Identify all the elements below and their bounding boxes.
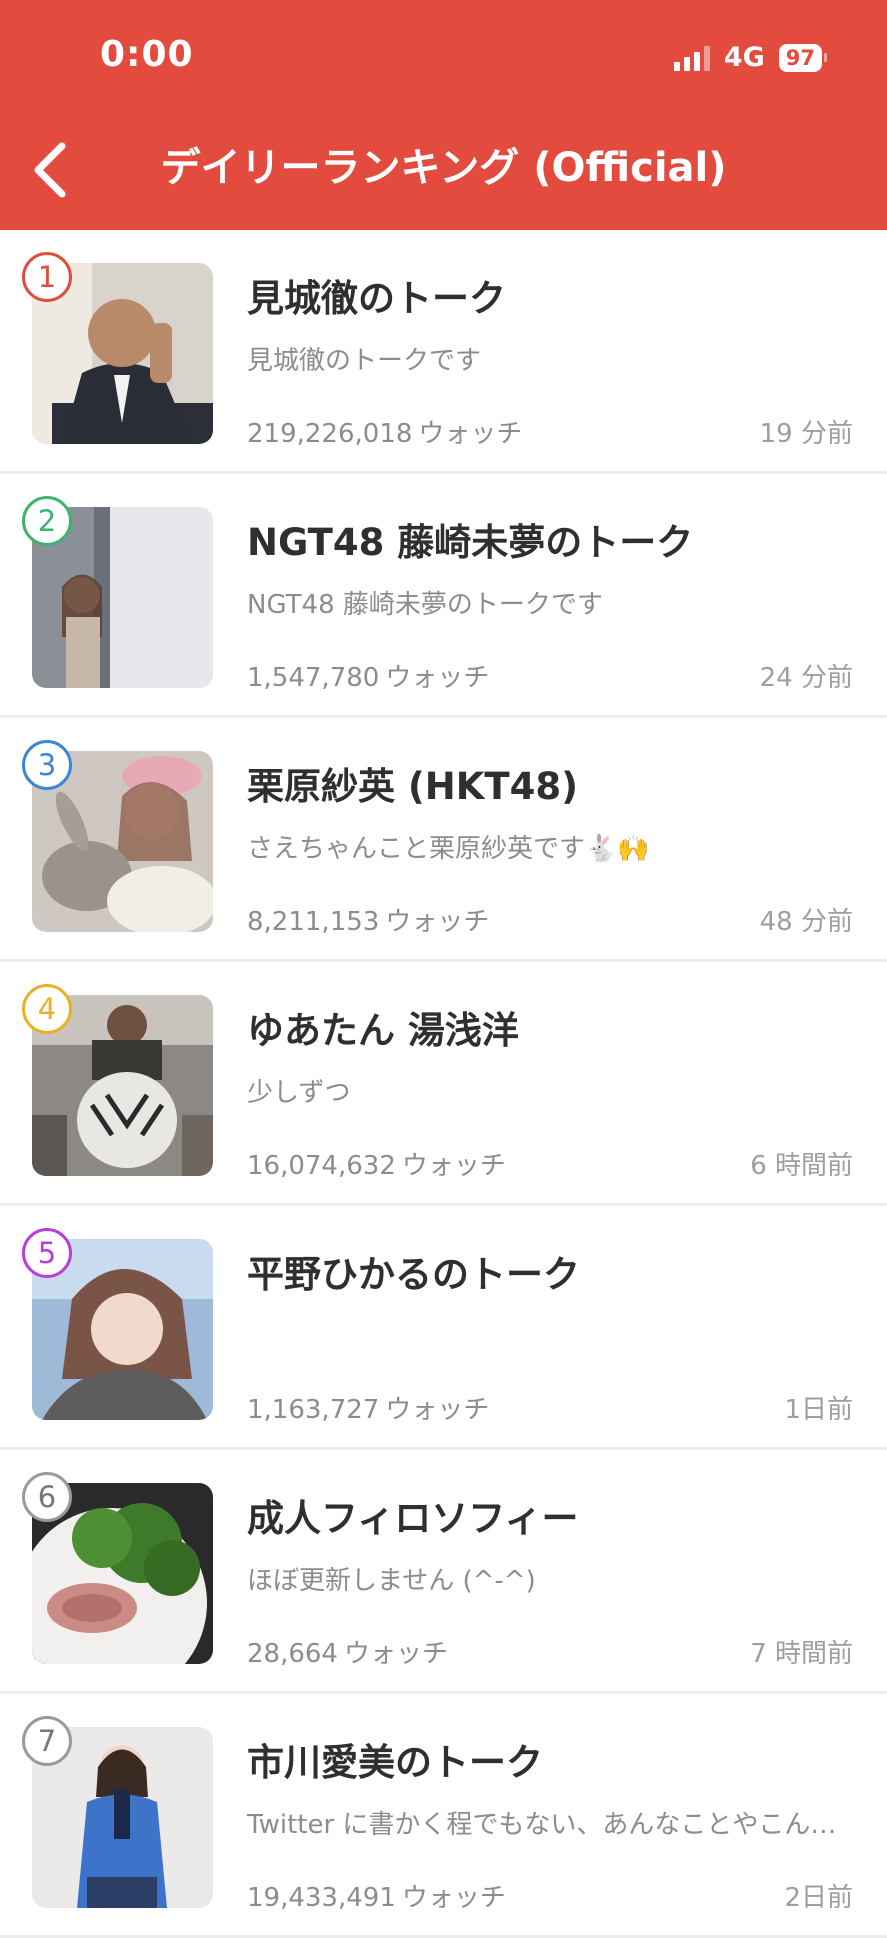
rank-badge: 5	[22, 1228, 72, 1278]
app-header: 0:00 4G 97 デイリーランキング (Official)	[0, 0, 887, 230]
watch-count: 28,664 ウォッチ	[247, 1639, 448, 1669]
talk-description: さえちゃんこと栗原紗英です🐇🙌	[247, 834, 650, 864]
talk-name: 成人フィロソフィー	[247, 1497, 579, 1540]
ranking-row[interactable]: 5 平野ひかるのトーク 1,163,727 ウォッチ 1日前	[0, 1206, 887, 1450]
ranking-row[interactable]: 2 NGT48 藤崎未夢のトーク NGT48 藤崎未夢のトークです 1,547,…	[0, 474, 887, 718]
ranking-row[interactable]: 7 市川愛美のトーク Twitter に書かく程でもない、あんなことやこん… 1…	[0, 1694, 887, 1938]
watch-count: 16,074,632 ウォッチ	[247, 1151, 506, 1181]
talk-name: 市川愛美のトーク	[247, 1741, 543, 1784]
watch-count: 1,547,780 ウォッチ	[247, 663, 490, 693]
watch-count: 219,226,018 ウォッチ	[247, 419, 523, 449]
watch-count: 1,163,727 ウォッチ	[247, 1395, 490, 1425]
ranking-list: 1 見城徹のトーク 見城徹のトークです 219,226,018 ウォッチ 19 分…	[0, 230, 887, 1938]
updated-time: 24 分前	[759, 663, 853, 693]
ranking-row[interactable]: 1 見城徹のトーク 見城徹のトークです 219,226,018 ウォッチ 19 分…	[0, 230, 887, 474]
updated-time: 6 時間前	[750, 1151, 853, 1181]
talk-description: ほぼ更新しません (^-^)	[247, 1566, 536, 1596]
rank-badge: 7	[22, 1716, 72, 1766]
updated-time: 19 分前	[759, 419, 853, 449]
talk-name: NGT48 藤崎未夢のトーク	[247, 521, 694, 564]
updated-time: 1日前	[784, 1395, 853, 1425]
rank-badge: 6	[22, 1472, 72, 1522]
talk-name: ゆあたん 湯浅洋	[247, 1009, 519, 1052]
status-time: 0:00	[100, 34, 194, 75]
watch-count: 19,433,491 ウォッチ	[247, 1883, 506, 1913]
talk-name: 平野ひかるのトーク	[247, 1253, 580, 1296]
talk-name: 見城徹のトーク	[247, 277, 506, 320]
talk-description: Twitter に書かく程でもない、あんなことやこん…	[247, 1810, 837, 1840]
ranking-row[interactable]: 4 ゆあたん 湯浅洋 少しずつ 16,074,632 ウォッチ 6 時間前	[0, 962, 887, 1206]
battery-icon: 97	[778, 43, 827, 72]
talk-description: NGT48 藤崎未夢のトークです	[247, 590, 603, 620]
status-indicators: 4G 97	[673, 42, 827, 73]
page-title: デイリーランキング (Official)	[160, 145, 727, 191]
rank-badge: 2	[22, 496, 72, 546]
talk-name: 栗原紗英 (HKT48)	[247, 765, 579, 808]
updated-time: 48 分前	[759, 907, 853, 937]
ranking-row[interactable]: 6 成人フィロソフィー ほぼ更新しません (^-^) 28,664 ウォッチ 7 …	[0, 1450, 887, 1694]
signal-icon	[673, 45, 710, 71]
updated-time: 2日前	[784, 1883, 853, 1913]
rank-badge: 1	[22, 252, 72, 302]
talk-description: 少しずつ	[247, 1078, 351, 1108]
battery-level: 97	[778, 43, 822, 72]
rank-badge: 4	[22, 984, 72, 1034]
talk-description: 見城徹のトークです	[247, 346, 482, 376]
watch-count: 8,211,153 ウォッチ	[247, 907, 490, 937]
network-type: 4G	[723, 42, 765, 73]
rank-badge: 3	[22, 740, 72, 790]
updated-time: 7 時間前	[750, 1639, 853, 1669]
ranking-row[interactable]: 3 栗原紗英 (HKT48) さえちゃんこと栗原紗英です🐇🙌 8,211,153…	[0, 718, 887, 962]
